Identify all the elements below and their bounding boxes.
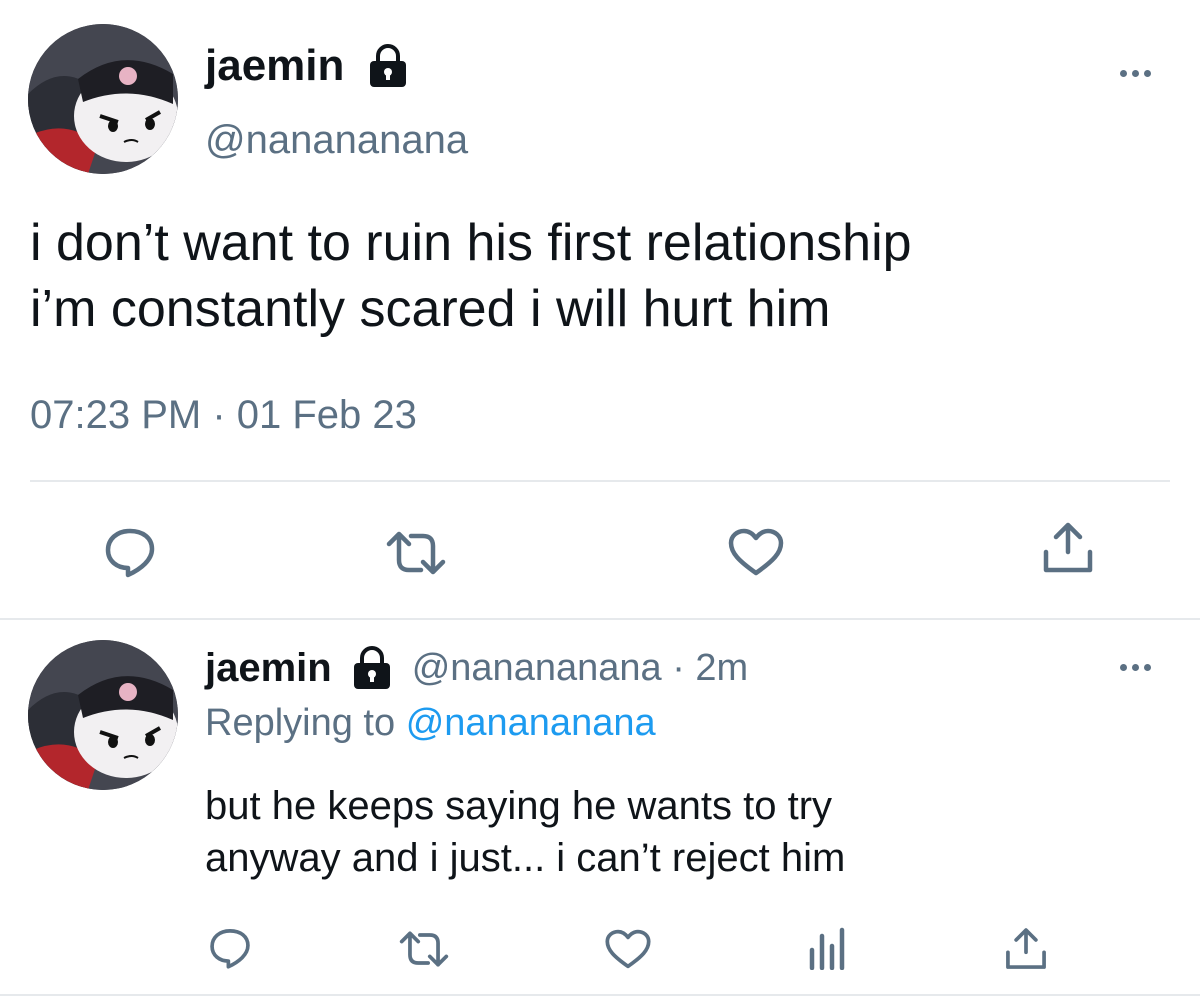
reply-text: but he keeps saying he wants to try anyw… xyxy=(205,780,845,884)
handle-and-time[interactable]: @nanananana · 2m xyxy=(412,647,748,690)
more-options-icon[interactable] xyxy=(1120,70,1151,77)
bottom-divider xyxy=(0,994,1200,996)
avatar-image xyxy=(28,24,178,174)
reply-text-line-1: but he keeps saying he wants to try xyxy=(205,784,833,828)
analytics-icon[interactable] xyxy=(806,926,848,970)
divider xyxy=(30,480,1170,482)
share-icon[interactable] xyxy=(1003,926,1049,972)
retweet-icon[interactable] xyxy=(385,530,447,576)
reply-icon[interactable] xyxy=(103,525,157,579)
tweet-text-line-2: i’m constantly scared i will hurt him xyxy=(30,280,831,339)
tweet-text-line-1: i don’t want to ruin his first relations… xyxy=(30,214,912,272)
replying-label: Replying to xyxy=(205,702,396,744)
name-row: jaemin xyxy=(205,38,410,94)
avatar-image xyxy=(28,640,178,790)
display-name[interactable]: jaemin xyxy=(205,646,332,691)
replying-handle-link[interactable]: @nanananana xyxy=(406,702,656,744)
avatar[interactable] xyxy=(28,640,178,790)
reply-header: jaemin @nanananana · 2m xyxy=(205,642,748,694)
lock-icon xyxy=(366,44,410,88)
more-options-icon[interactable] xyxy=(1120,664,1151,671)
lock-icon xyxy=(350,646,394,690)
avatar[interactable] xyxy=(28,24,178,174)
tweet-text: i don’t want to ruin his first relations… xyxy=(30,210,912,342)
timestamp[interactable]: 07:23 PM · 01 Feb 23 xyxy=(30,393,417,438)
reply-icon[interactable] xyxy=(208,926,252,970)
retweet-icon[interactable] xyxy=(398,930,450,968)
share-icon[interactable] xyxy=(1040,520,1096,576)
main-tweet: jaemin @nanananana i don’t want to ruin … xyxy=(0,0,1200,600)
reply-tweet: jaemin @nanananana · 2m Replying to @nan… xyxy=(0,620,1200,997)
reply-text-line-2: anyway and i just... i can’t reject him xyxy=(205,836,846,880)
display-name[interactable]: jaemin xyxy=(205,41,344,91)
replying-to: Replying to @nanananana xyxy=(205,702,656,745)
like-icon[interactable] xyxy=(727,527,785,577)
handle[interactable]: @nanananana xyxy=(205,118,468,163)
like-icon[interactable] xyxy=(604,928,652,970)
